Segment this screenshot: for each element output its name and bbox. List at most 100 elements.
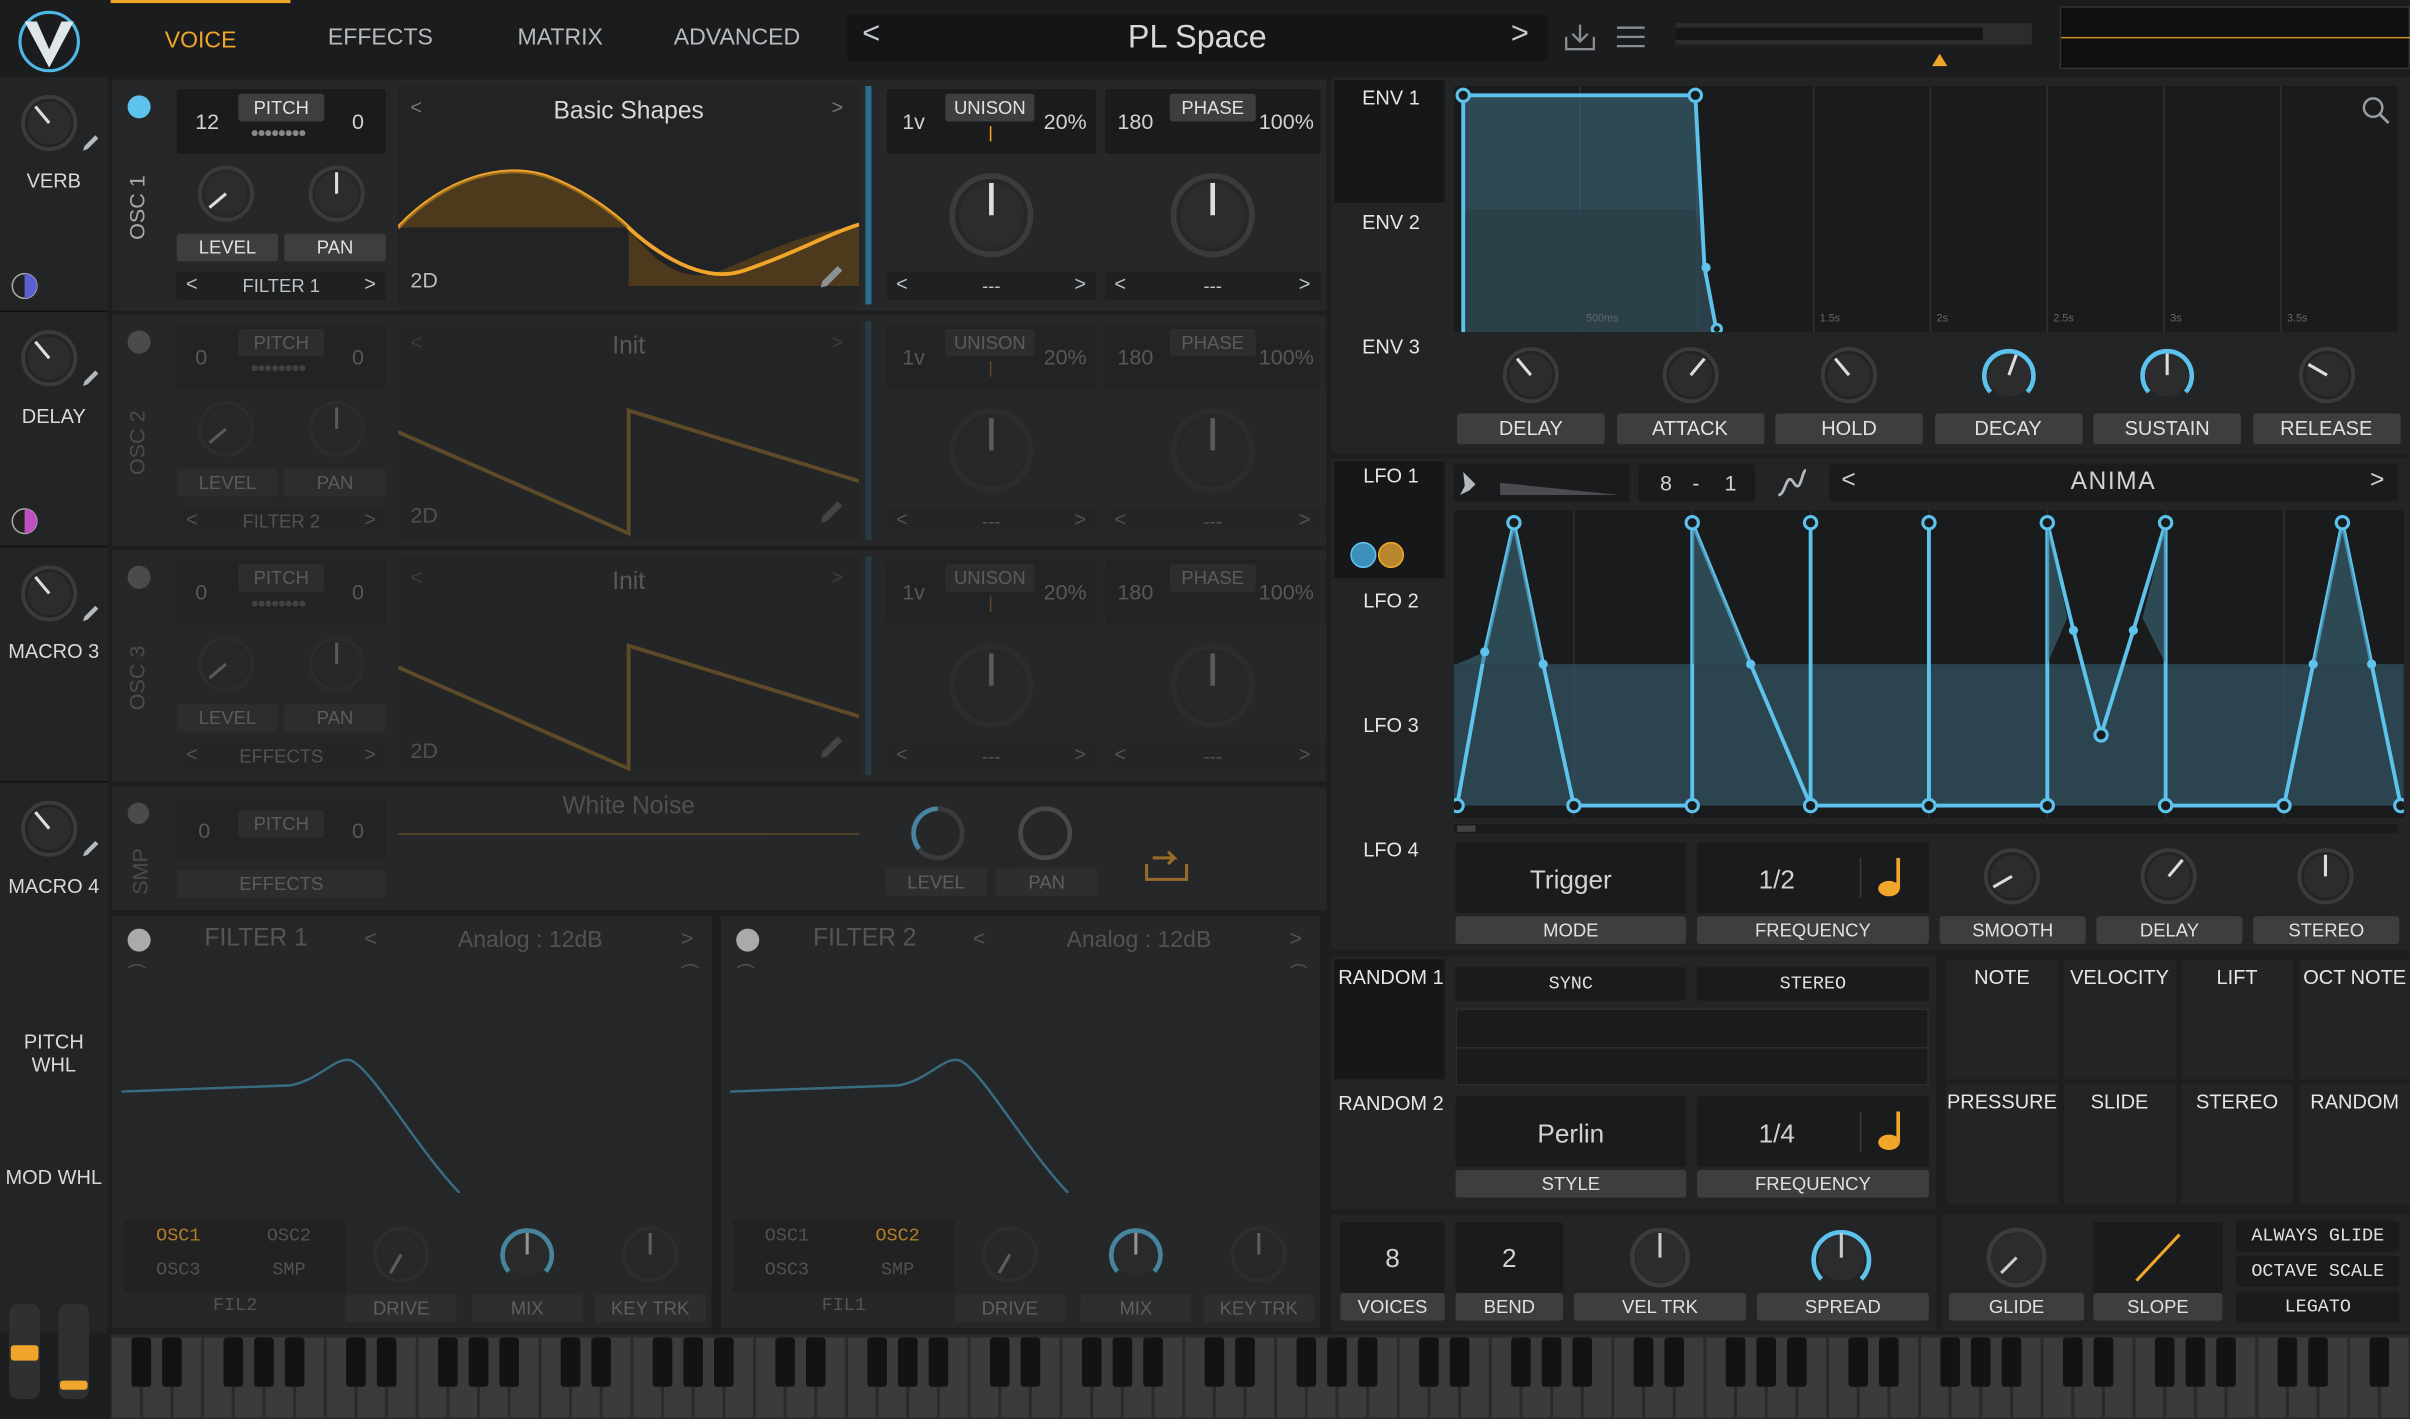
preset-name[interactable]: PL Space xyxy=(847,14,1548,62)
osc2-power-toggle[interactable] xyxy=(127,330,151,354)
lfo-shape-name[interactable]: ANIMA xyxy=(1829,469,2398,497)
tab-advanced[interactable]: ADVANCED xyxy=(650,0,824,77)
next-arrow[interactable]: > xyxy=(364,743,376,766)
env-tab-1[interactable]: ENV 1 xyxy=(1334,86,1448,109)
osc1-phase-select[interactable]: < --- > xyxy=(1105,272,1321,300)
filter1-source-osc3[interactable]: OSC3 xyxy=(124,1255,232,1286)
filter2-fil-toggle[interactable]: FIL1 xyxy=(782,1294,905,1316)
osc2-phase-random[interactable]: 100% xyxy=(1259,344,1314,369)
lfo-grid-y[interactable]: 1 xyxy=(1725,470,1737,495)
keyboard[interactable] xyxy=(110,1334,2410,1419)
filter2-keytrk-knob[interactable] xyxy=(1228,1224,1289,1293)
osc1-pitch-fine[interactable]: 0 xyxy=(352,109,364,134)
osc3-pan-knob[interactable] xyxy=(306,633,367,702)
save-icon[interactable] xyxy=(1563,22,1597,60)
osc1-power-toggle[interactable] xyxy=(127,95,151,119)
osc1-filter-dest[interactable]: FILTER 1 xyxy=(177,275,386,297)
next-arrow[interactable]: > xyxy=(832,566,844,589)
osc3-wavetable[interactable]: < Init >2D xyxy=(397,556,860,775)
octave-scale-toggle[interactable]: OCTAVE SCALE xyxy=(2236,1256,2400,1287)
filter1-power-toggle[interactable] xyxy=(127,928,151,952)
osc3-level-knob[interactable] xyxy=(195,633,256,702)
bend-box[interactable]: 2 xyxy=(1455,1222,1564,1293)
osc2-unison-box[interactable]: 1v UNISON 20% xyxy=(886,324,1096,389)
osc1-phase-random[interactable]: 100% xyxy=(1259,109,1314,134)
volume-meter[interactable] xyxy=(1675,23,2032,45)
osc1-unison-select[interactable]: < --- > xyxy=(886,272,1096,300)
edit-pencil-icon[interactable] xyxy=(80,603,102,632)
lfo-smooth-slider[interactable] xyxy=(1454,464,1630,502)
envelope-graph[interactable]: 500ms 1.5s 2s 2.5s 3s 3.5s xyxy=(1454,86,2398,336)
legato-toggle[interactable]: LEGATO xyxy=(2236,1291,2400,1323)
osc2-unison-voices[interactable]: 1v xyxy=(902,344,925,369)
zoom-icon[interactable] xyxy=(2361,95,2392,133)
lfo-frequency-value[interactable]: 1/2 xyxy=(1697,866,1857,897)
osc1-phase-sel[interactable]: --- xyxy=(1105,275,1320,297)
sample-loop-icon[interactable] xyxy=(1140,842,1192,893)
osc1-phase-knob[interactable] xyxy=(1167,169,1259,273)
next-arrow[interactable]: > xyxy=(832,331,844,354)
osc1-spectral-bar[interactable] xyxy=(865,86,872,305)
always-glide-toggle[interactable]: ALWAYS GLIDE xyxy=(2236,1220,2400,1252)
osc2-filter-dest[interactable]: FILTER 2 xyxy=(177,510,386,532)
env-tab-2[interactable]: ENV 2 xyxy=(1334,211,1448,234)
macro-knob-1[interactable] xyxy=(18,92,79,161)
osc2-filter-select[interactable]: < FILTER 2 > xyxy=(176,507,386,536)
lfo-graph[interactable] xyxy=(1449,510,2409,818)
osc1-level-knob[interactable] xyxy=(195,163,256,232)
osc1-phase-box[interactable]: 180 PHASE 100% xyxy=(1105,89,1321,154)
next-arrow[interactable]: > xyxy=(1299,272,1311,295)
osc3-filter-select[interactable]: < EFFECTS > xyxy=(176,742,386,771)
osc1-pitch-coarse[interactable]: 12 xyxy=(195,109,219,134)
osc3-pitch-fine[interactable]: 0 xyxy=(352,580,364,605)
osc3-phase-random[interactable]: 100% xyxy=(1259,580,1314,605)
env-decay-knob[interactable] xyxy=(1977,344,2038,413)
osc1-unison-box[interactable]: 1v UNISON 20% xyxy=(886,89,1096,154)
vital-logo[interactable] xyxy=(15,9,83,73)
tab-matrix[interactable]: MATRIX xyxy=(470,0,650,77)
lfo-drag-icon[interactable] xyxy=(1349,541,1410,579)
next-arrow[interactable]: > xyxy=(1074,272,1086,295)
osc2-unison-select[interactable]: < --- > xyxy=(886,507,1096,536)
lfo-grid-size[interactable]: 8 - 1 xyxy=(1638,464,1756,502)
next-arrow[interactable]: > xyxy=(681,926,694,951)
edit-pencil-icon[interactable] xyxy=(80,132,102,161)
osc2-phase-knob[interactable] xyxy=(1167,404,1259,508)
osc3-dimension-label[interactable]: 2D xyxy=(410,738,438,763)
filter2-power-toggle[interactable] xyxy=(736,928,760,952)
next-arrow[interactable]: > xyxy=(364,507,376,530)
filter2-drive-knob[interactable] xyxy=(979,1224,1040,1293)
spread-knob[interactable] xyxy=(1808,1224,1876,1299)
env-attack-knob[interactable] xyxy=(1659,344,1720,413)
filter2-mix-knob[interactable] xyxy=(1105,1224,1166,1293)
macro-knob-4[interactable] xyxy=(18,798,79,867)
osc2-wavetable[interactable]: < Init >2D xyxy=(397,321,860,540)
random-frequency-box[interactable]: 1/4 xyxy=(1696,1096,1929,1167)
random-2-tab[interactable]: RANDOM 2 xyxy=(1334,1092,1448,1115)
filter2-source-osc3[interactable]: OSC3 xyxy=(733,1255,841,1286)
tab-effects[interactable]: EFFECTS xyxy=(290,0,470,77)
tempo-sync-note-icon[interactable] xyxy=(1875,852,1909,906)
bend-value[interactable]: 2 xyxy=(1456,1244,1564,1275)
filter1-source-osc2[interactable]: OSC2 xyxy=(235,1221,343,1252)
osc3-phase-select[interactable]: < --- > xyxy=(1105,742,1321,771)
edit-pencil-icon[interactable] xyxy=(816,261,847,299)
osc2-pitch-fine[interactable]: 0 xyxy=(352,344,364,369)
osc1-pitch-box[interactable]: 12 PITCH ●●●●●●●● 0 xyxy=(176,89,386,154)
sample-pitch-fine[interactable]: 0 xyxy=(352,818,364,843)
filter2-response-graph[interactable] xyxy=(730,974,1312,1194)
lfo-grid-x[interactable]: 8 xyxy=(1660,470,1672,495)
next-arrow[interactable]: > xyxy=(1290,926,1303,951)
next-arrow[interactable]: > xyxy=(1074,507,1086,530)
osc2-phase-sel[interactable]: --- xyxy=(1105,510,1320,532)
random-frequency-value[interactable]: 1/4 xyxy=(1697,1119,1857,1150)
osc2-dimension-label[interactable]: 2D xyxy=(410,503,438,528)
osc1-unison-knob[interactable] xyxy=(945,169,1037,273)
volume-triangle-icon[interactable] xyxy=(1930,48,1948,76)
filter1-model[interactable]: Analog : 12dB xyxy=(355,927,705,953)
voices-box[interactable]: 8 xyxy=(1340,1222,1445,1293)
osc3-phase-sel[interactable]: --- xyxy=(1105,746,1320,768)
filter1-drive-knob[interactable] xyxy=(370,1224,431,1293)
sample-level-knob[interactable] xyxy=(907,803,968,872)
osc3-unison-voices[interactable]: 1v xyxy=(902,580,925,605)
